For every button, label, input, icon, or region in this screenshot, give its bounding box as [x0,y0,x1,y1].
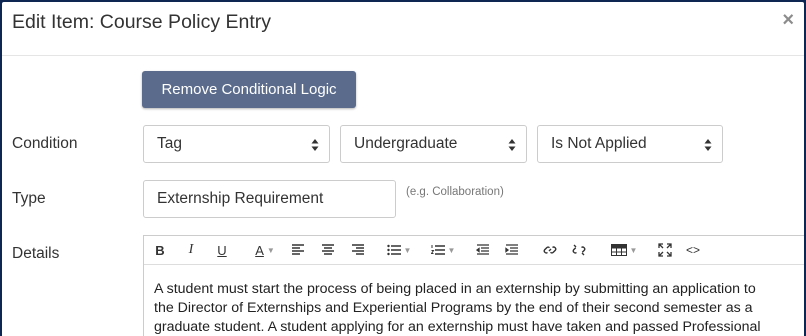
details-label: Details [12,245,60,262]
link-icon[interactable] [543,241,557,259]
type-input-value: Externship Requirement [157,190,324,207]
caret-down-icon: ▼ [447,245,456,255]
type-input[interactable]: Externship Requirement [143,180,396,218]
align-left-icon[interactable] [291,241,305,259]
select-arrows-icon [704,139,712,151]
type-hint: (e.g. Collaboration) [406,186,504,198]
font-color-icon: A [255,242,264,258]
details-text-line: A student must start the process of bein… [154,281,756,297]
table-dropdown[interactable]: ▼ [607,241,641,259]
condition-operator-select[interactable]: Is Not Applied [537,125,723,163]
remove-conditional-logic-button[interactable]: Remove Conditional Logic [142,71,356,108]
numbered-list-icon [430,245,445,255]
font-color-dropdown[interactable]: A ▼ [248,241,282,259]
italic-button[interactable]: I [185,241,197,259]
bold-button[interactable]: B [154,241,166,259]
caret-down-icon: ▼ [403,245,412,255]
details-text-line: the Director of Externships and Experien… [154,300,753,316]
numbered-list-dropdown[interactable]: ▼ [426,241,460,259]
condition-value-select[interactable]: Undergraduate [340,125,527,163]
select-arrows-icon [311,139,319,151]
fullscreen-icon[interactable] [658,241,672,259]
caret-down-icon: ▼ [629,245,638,255]
modal-header: Edit Item: Course Policy Entry × [2,2,804,56]
caret-down-icon: ▼ [266,245,275,255]
edit-item-modal: Edit Item: Course Policy Entry × Remove … [2,2,804,336]
condition-value-value: Undergraduate [354,135,458,152]
type-label: Type [12,190,46,207]
underline-button[interactable]: U [216,241,228,259]
code-view-button[interactable]: <> [684,241,702,259]
condition-label: Condition [12,135,78,152]
unlink-icon[interactable] [572,241,586,259]
indent-icon[interactable] [505,241,519,259]
details-text-line: graduate student. A student applying for… [154,319,761,335]
align-center-icon[interactable] [321,241,335,259]
modal-title: Edit Item: Course Policy Entry [12,11,272,33]
bullet-list-dropdown[interactable]: ▼ [382,241,416,259]
condition-field-select[interactable]: Tag [143,125,330,163]
details-rich-text-editor: B I U A ▼ ▼ ▼ ▼ <> A student must start … [143,235,804,336]
outdent-icon[interactable] [476,241,490,259]
select-arrows-icon [508,139,516,151]
condition-field-value: Tag [157,135,182,152]
bullet-list-icon [386,244,401,256]
align-right-icon[interactable] [351,241,365,259]
editor-toolbar: B I U A ▼ ▼ ▼ ▼ <> [144,236,804,265]
details-text-content[interactable]: A student must start the process of bein… [154,280,794,336]
table-icon [610,244,627,256]
condition-operator-value: Is Not Applied [551,135,647,152]
close-button[interactable]: × [782,10,794,30]
